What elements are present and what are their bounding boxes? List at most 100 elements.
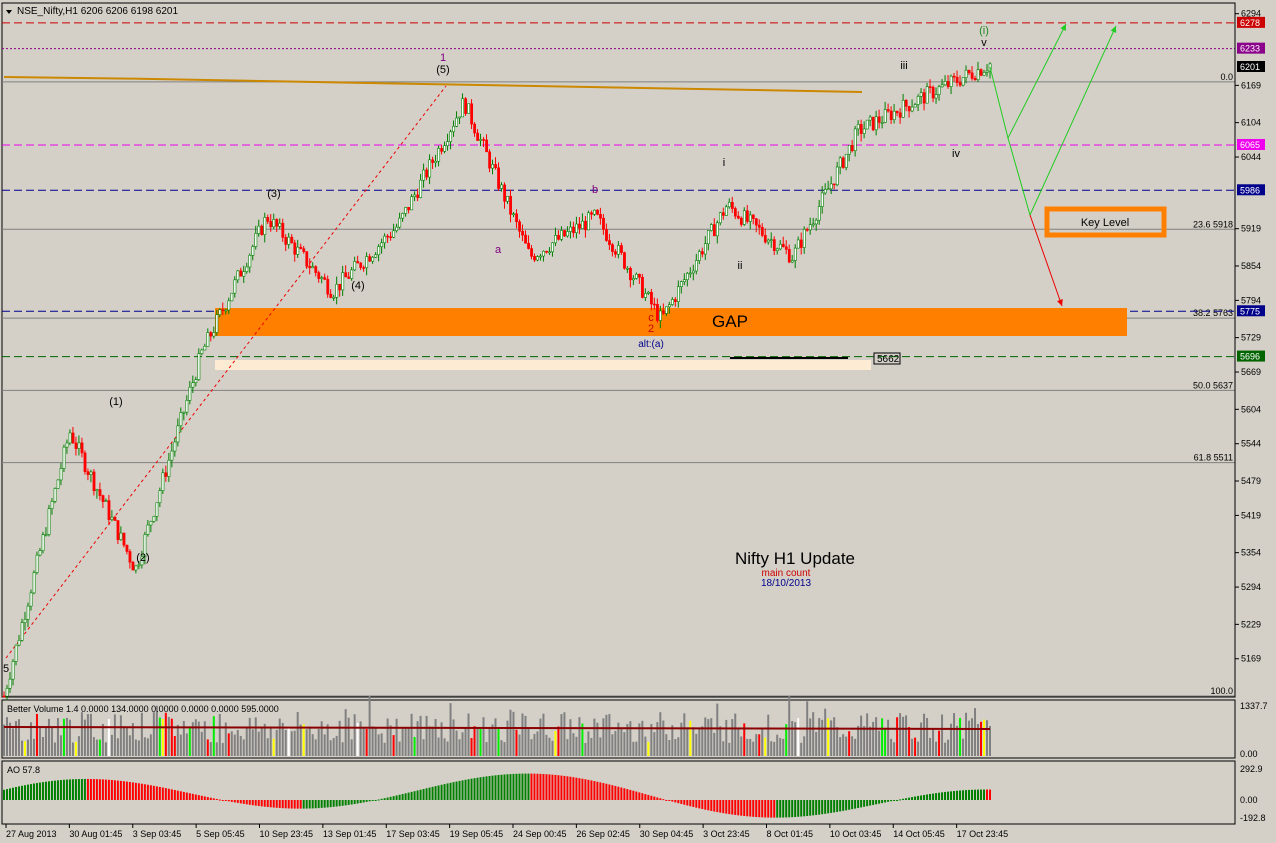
candle-body [314, 266, 318, 273]
ao-bar [74, 779, 77, 800]
volume-bar [227, 733, 230, 756]
ao-bar [107, 779, 110, 800]
volume-bar [482, 717, 485, 756]
ao-bar [401, 794, 404, 800]
volume-bar [830, 720, 833, 756]
candle-body [641, 276, 644, 298]
ao-bar [77, 779, 80, 800]
candle-body [859, 124, 863, 134]
time-tick-label: 26 Sep 02:45 [576, 829, 630, 839]
candle-body [763, 235, 767, 243]
wave-label: (4) [351, 280, 364, 292]
candle-body [404, 207, 408, 214]
fib-label: 23.6 5918 [1193, 219, 1233, 229]
candle-body [527, 242, 530, 249]
ao-bar [623, 788, 626, 800]
ao-bar [776, 800, 779, 818]
ao-bar [182, 791, 185, 800]
ao-bar [158, 786, 161, 800]
ao-bar [779, 800, 782, 818]
candle-body [350, 269, 354, 279]
ao-bar [638, 792, 641, 800]
ao-bar [227, 800, 230, 802]
ao-bar [677, 800, 680, 804]
ao-bar [686, 800, 689, 806]
ao-bar [815, 800, 818, 816]
candle-body [955, 76, 959, 83]
ao-bar [242, 800, 245, 804]
volume-axis-top: 1337.7 [1240, 701, 1268, 711]
volume-bar [584, 742, 587, 756]
volume-bar [893, 742, 896, 756]
candle-body [170, 450, 174, 461]
candle-body [371, 256, 375, 262]
candle-body [281, 222, 285, 238]
ao-bar [440, 784, 443, 800]
candle-body [62, 446, 66, 469]
candle-body [128, 551, 132, 563]
time-tick-label: 14 Oct 05:45 [893, 829, 945, 839]
volume-bar [869, 726, 872, 756]
volume-bar [770, 741, 773, 756]
ao-bar [884, 800, 887, 803]
trading-chart[interactable]: 0.0 23.6 5918 38.2 5763 50.0 5637 61.8 5511 1… [0, 0, 1276, 843]
ao-bar [554, 774, 557, 800]
candle-body [92, 471, 96, 492]
candle-body [149, 521, 153, 526]
candle-body [826, 188, 830, 191]
candle-body [185, 400, 189, 413]
candle-body [674, 299, 677, 302]
wave-label: iii [900, 60, 907, 72]
ao-bar [830, 800, 833, 813]
candle-body [401, 213, 405, 219]
candle-body [107, 500, 111, 520]
price-panel[interactable] [1, 2, 1236, 698]
price-tick-label: 5354 [1241, 548, 1261, 558]
candle-body [305, 251, 309, 267]
candle-body [524, 234, 527, 244]
volume-bar [260, 727, 263, 756]
ao-bar [422, 788, 425, 800]
volume-bar [962, 738, 965, 756]
candle-body [560, 230, 563, 240]
volume-bar [629, 721, 632, 756]
volume-bar [857, 725, 860, 756]
ao-bar [905, 798, 908, 800]
chart-date: 18/10/2013 [761, 578, 811, 589]
ao-bar [950, 791, 953, 800]
ao-bar [899, 799, 902, 801]
volume-bar [479, 728, 482, 756]
ao-bar [875, 800, 878, 805]
candle-body [80, 442, 84, 454]
volume-bar [425, 715, 428, 756]
ao-bar [17, 786, 20, 800]
volume-bar [644, 736, 647, 756]
ao-bar [869, 800, 872, 806]
price-tick-label: 5229 [1241, 619, 1261, 629]
candle-body [886, 109, 890, 112]
candle-body [844, 153, 848, 168]
candle-body [443, 145, 447, 152]
ao-bar [173, 789, 176, 800]
candle-body [368, 256, 372, 262]
candle-body [790, 260, 794, 263]
candle-body [949, 75, 953, 87]
ao-bar [284, 800, 287, 809]
candle-body [614, 251, 617, 255]
price-tag-label: 6233 [1240, 44, 1260, 54]
volume-bar [485, 742, 488, 756]
ao-bar [155, 786, 158, 800]
candle-body [659, 310, 662, 321]
volume-bar [710, 718, 713, 756]
volume-bar [32, 738, 35, 756]
volume-bar [608, 714, 611, 756]
candle-body [194, 379, 198, 383]
time-tick-label: 17 Oct 23:45 [957, 829, 1009, 839]
ao-bar [863, 800, 866, 807]
candle-body [257, 225, 261, 234]
candle-body [320, 277, 324, 279]
volume-bar [551, 740, 554, 756]
volume-bar [182, 720, 185, 756]
candle-body [509, 196, 512, 215]
volume-bar [521, 713, 524, 756]
